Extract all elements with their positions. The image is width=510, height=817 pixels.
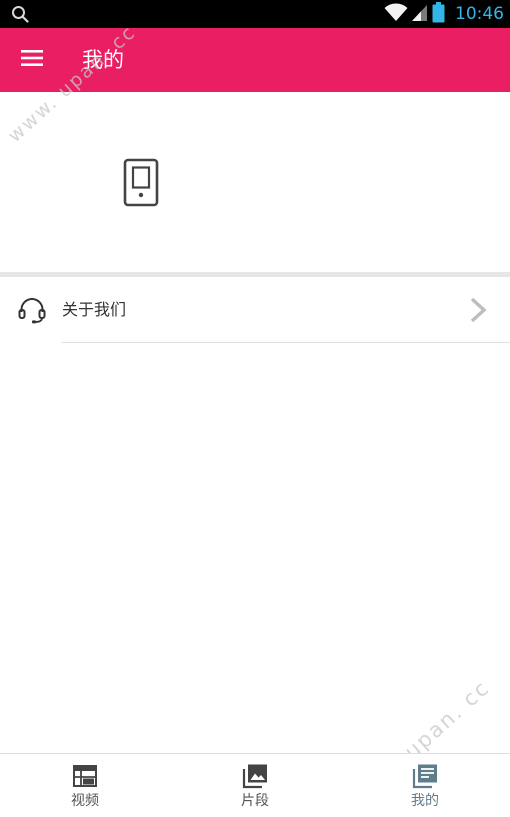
list-item-about-us[interactable]: 关于我们 [0, 277, 510, 343]
headset-icon [18, 298, 46, 324]
status-bar: 10:46 [0, 0, 510, 28]
screen: 10:46 我的 关于我们 www. upan. cc www. upan. c… [0, 0, 510, 817]
tab-clips[interactable]: 片段 [170, 754, 340, 817]
settings-list: 关于我们 [0, 277, 510, 343]
news-icon [412, 763, 438, 789]
list-item-label: 关于我们 [62, 300, 127, 319]
signal-icon [412, 2, 428, 26]
list-divider [62, 342, 510, 343]
status-icons: 10:46 [384, 0, 504, 28]
tab-label: 视频 [71, 793, 99, 809]
image-icon [242, 763, 268, 789]
phone-icon [123, 158, 159, 207]
app-bar: 我的 [0, 28, 510, 92]
status-time: 10:46 [455, 4, 504, 24]
search-icon [11, 5, 29, 23]
bottom-nav: 视频 片段 我的 [0, 753, 510, 817]
battery-icon [432, 1, 445, 27]
wifi-icon [384, 2, 408, 26]
menu-button[interactable] [14, 46, 50, 74]
tab-label: 我的 [411, 793, 439, 809]
tab-label: 片段 [241, 793, 269, 809]
calendar-grid-icon [72, 763, 98, 789]
menu-icon [20, 48, 44, 72]
tab-video[interactable]: 视频 [0, 754, 170, 817]
profile-header [0, 92, 510, 272]
page-title: 我的 [82, 48, 124, 72]
tab-mine[interactable]: 我的 [340, 754, 510, 817]
chevron-right-icon [466, 296, 490, 324]
